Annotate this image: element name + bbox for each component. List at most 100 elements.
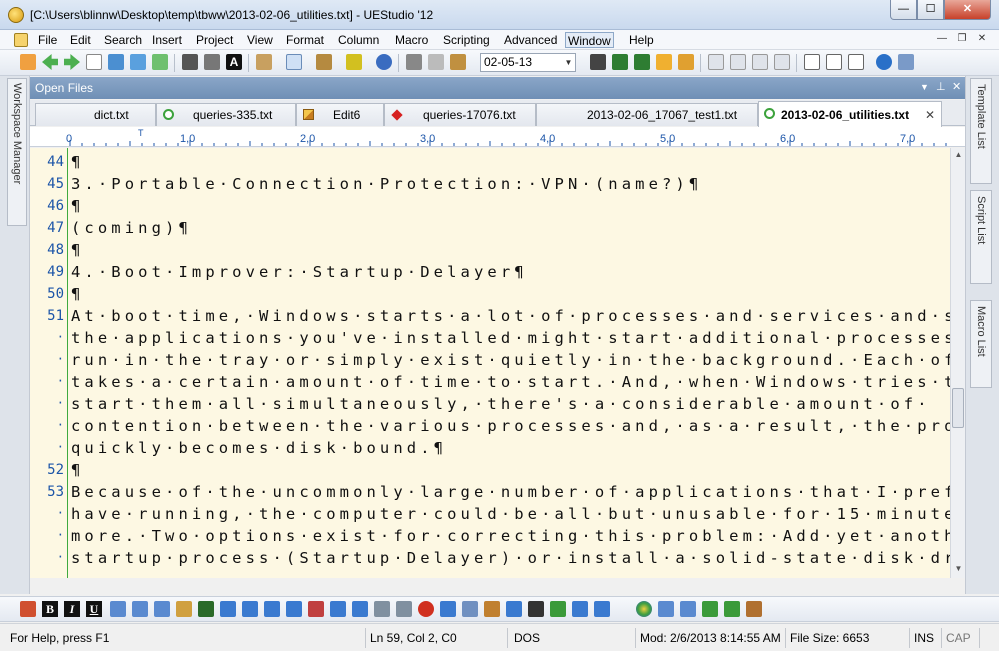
html-input-icon[interactable]: [330, 601, 346, 617]
line-ending[interactable]: DOS: [510, 628, 636, 648]
cut-icon[interactable]: [406, 54, 422, 70]
html-checkbox-icon[interactable]: [440, 601, 456, 617]
tab-queries-335[interactable]: queries-335.txt: [156, 103, 296, 126]
menu-window[interactable]: Window: [565, 32, 614, 48]
menu-view[interactable]: View: [245, 32, 275, 48]
menu-file[interactable]: File: [36, 32, 59, 48]
tab-workspace-manager[interactable]: Workspace Manager: [7, 78, 27, 226]
html-select-icon[interactable]: [396, 601, 412, 617]
scroll-up-icon[interactable]: ▲: [953, 150, 964, 162]
menu-macro[interactable]: Macro: [393, 32, 430, 48]
find-in-files-icon[interactable]: [678, 54, 694, 70]
tab-edit6[interactable]: Edit6: [296, 103, 384, 126]
html-list-icon[interactable]: [176, 601, 192, 617]
underline-button[interactable]: U: [86, 601, 102, 617]
tile-windows-icon[interactable]: [826, 54, 842, 70]
bold-button[interactable]: B: [42, 601, 58, 617]
html-form-icon[interactable]: [308, 601, 324, 617]
html-table-icon[interactable]: [20, 601, 36, 617]
magic-wand-icon[interactable]: [746, 601, 762, 617]
print-preview-icon[interactable]: [204, 54, 220, 70]
cursor-position[interactable]: Ln 59, Col 2, C0: [366, 628, 508, 648]
html-table-cell-icon[interactable]: [286, 601, 302, 617]
html-validate-icon[interactable]: [658, 601, 674, 617]
align-center-icon[interactable]: [730, 54, 746, 70]
paste-icon[interactable]: [450, 54, 466, 70]
html-script-icon[interactable]: [572, 601, 588, 617]
tab-script-list[interactable]: Script List: [970, 190, 992, 284]
web-browser-icon[interactable]: [876, 54, 892, 70]
align-left-icon[interactable]: [708, 54, 724, 70]
maximize-button[interactable]: ☐: [917, 0, 944, 20]
find-next-icon[interactable]: [612, 54, 628, 70]
menu-scripting[interactable]: Scripting: [441, 32, 492, 48]
copy-icon[interactable]: [428, 54, 444, 70]
justify-icon[interactable]: [774, 54, 790, 70]
find-previous-icon[interactable]: [634, 54, 650, 70]
tab-2013-02-06-utilities[interactable]: 2013-02-06_utilities.txt ✕: [758, 101, 942, 127]
tab-template-list[interactable]: Template List: [970, 78, 992, 184]
html-break-icon[interactable]: [154, 601, 170, 617]
column-mode-icon[interactable]: [346, 54, 362, 70]
word-wrap-icon[interactable]: [286, 54, 302, 70]
date-combo[interactable]: 02-05-13 ▼: [480, 53, 576, 72]
mdi-restore-button[interactable]: ❐: [954, 32, 970, 47]
replace-icon[interactable]: [656, 54, 672, 70]
close-tab-icon[interactable]: ✕: [925, 105, 935, 125]
cascade-windows-icon[interactable]: [848, 54, 864, 70]
open-recent-icon[interactable]: [130, 54, 146, 70]
menu-format[interactable]: Format: [284, 32, 326, 48]
html-spell-icon[interactable]: [724, 601, 740, 617]
open-project-icon[interactable]: [20, 54, 36, 70]
save-icon[interactable]: [152, 54, 168, 70]
back-arrow-icon[interactable]: [42, 54, 58, 70]
menu-column[interactable]: Column: [336, 32, 381, 48]
html-button-icon[interactable]: [352, 601, 368, 617]
html-textarea-icon[interactable]: [374, 601, 390, 617]
mdi-close-button[interactable]: ✕: [974, 32, 990, 47]
split-window-icon[interactable]: [804, 54, 820, 70]
pin-icon[interactable]: ⊥: [936, 80, 946, 93]
html-tidy-icon[interactable]: [702, 601, 718, 617]
tab-2013-02-06-17067-test1[interactable]: 2013-02-06_17067_test1.txt: [536, 103, 758, 126]
text-editor[interactable]: 44 ¶ 45 3.·Portable·Connection·Protection:·…: [30, 148, 950, 578]
menu-edit[interactable]: Edit: [68, 32, 93, 48]
ftp-icon[interactable]: [376, 54, 392, 70]
close-icon[interactable]: ✕: [952, 80, 961, 93]
document-icon[interactable]: [14, 33, 28, 47]
tab-macro-list[interactable]: Macro List: [970, 300, 992, 388]
html-heading-icon[interactable]: [110, 601, 126, 617]
app-icon[interactable]: [8, 7, 24, 23]
close-button[interactable]: ✕: [944, 0, 991, 20]
italic-button[interactable]: I: [64, 601, 80, 617]
scroll-thumb[interactable]: [952, 388, 964, 428]
html-preview-icon[interactable]: [680, 601, 696, 617]
scroll-down-icon[interactable]: ▼: [953, 564, 964, 576]
html-reset-icon[interactable]: [418, 601, 434, 617]
options-icon[interactable]: [898, 54, 914, 70]
mdi-minimize-button[interactable]: —: [934, 32, 950, 47]
font-icon[interactable]: A: [226, 54, 242, 70]
align-right-icon[interactable]: [752, 54, 768, 70]
html-anchor-icon[interactable]: [242, 601, 258, 617]
tab-queries-17076[interactable]: queries-17076.txt: [384, 103, 536, 126]
html-style-icon[interactable]: [594, 601, 610, 617]
hex-edit-icon[interactable]: [316, 54, 332, 70]
print-icon[interactable]: [182, 54, 198, 70]
vertical-scrollbar[interactable]: ▲ ▼: [950, 148, 965, 578]
anchor-icon[interactable]: [528, 601, 544, 617]
new-file-icon[interactable]: [86, 54, 102, 70]
html-paragraph-icon[interactable]: [132, 601, 148, 617]
html-frame-icon[interactable]: [550, 601, 566, 617]
dropdown-icon[interactable]: ▼: [920, 82, 929, 92]
html-picture-icon[interactable]: [484, 601, 500, 617]
open-folder-icon[interactable]: [108, 54, 124, 70]
menu-search[interactable]: Search: [102, 32, 144, 48]
html-color-icon[interactable]: [198, 601, 214, 617]
minimize-button[interactable]: —: [890, 0, 917, 20]
tab-dict[interactable]: dict.txt: [35, 103, 156, 126]
color-picker-icon[interactable]: [636, 601, 652, 617]
menu-help[interactable]: Help: [627, 32, 656, 48]
find-icon[interactable]: [590, 54, 606, 70]
menu-insert[interactable]: Insert: [150, 32, 184, 48]
